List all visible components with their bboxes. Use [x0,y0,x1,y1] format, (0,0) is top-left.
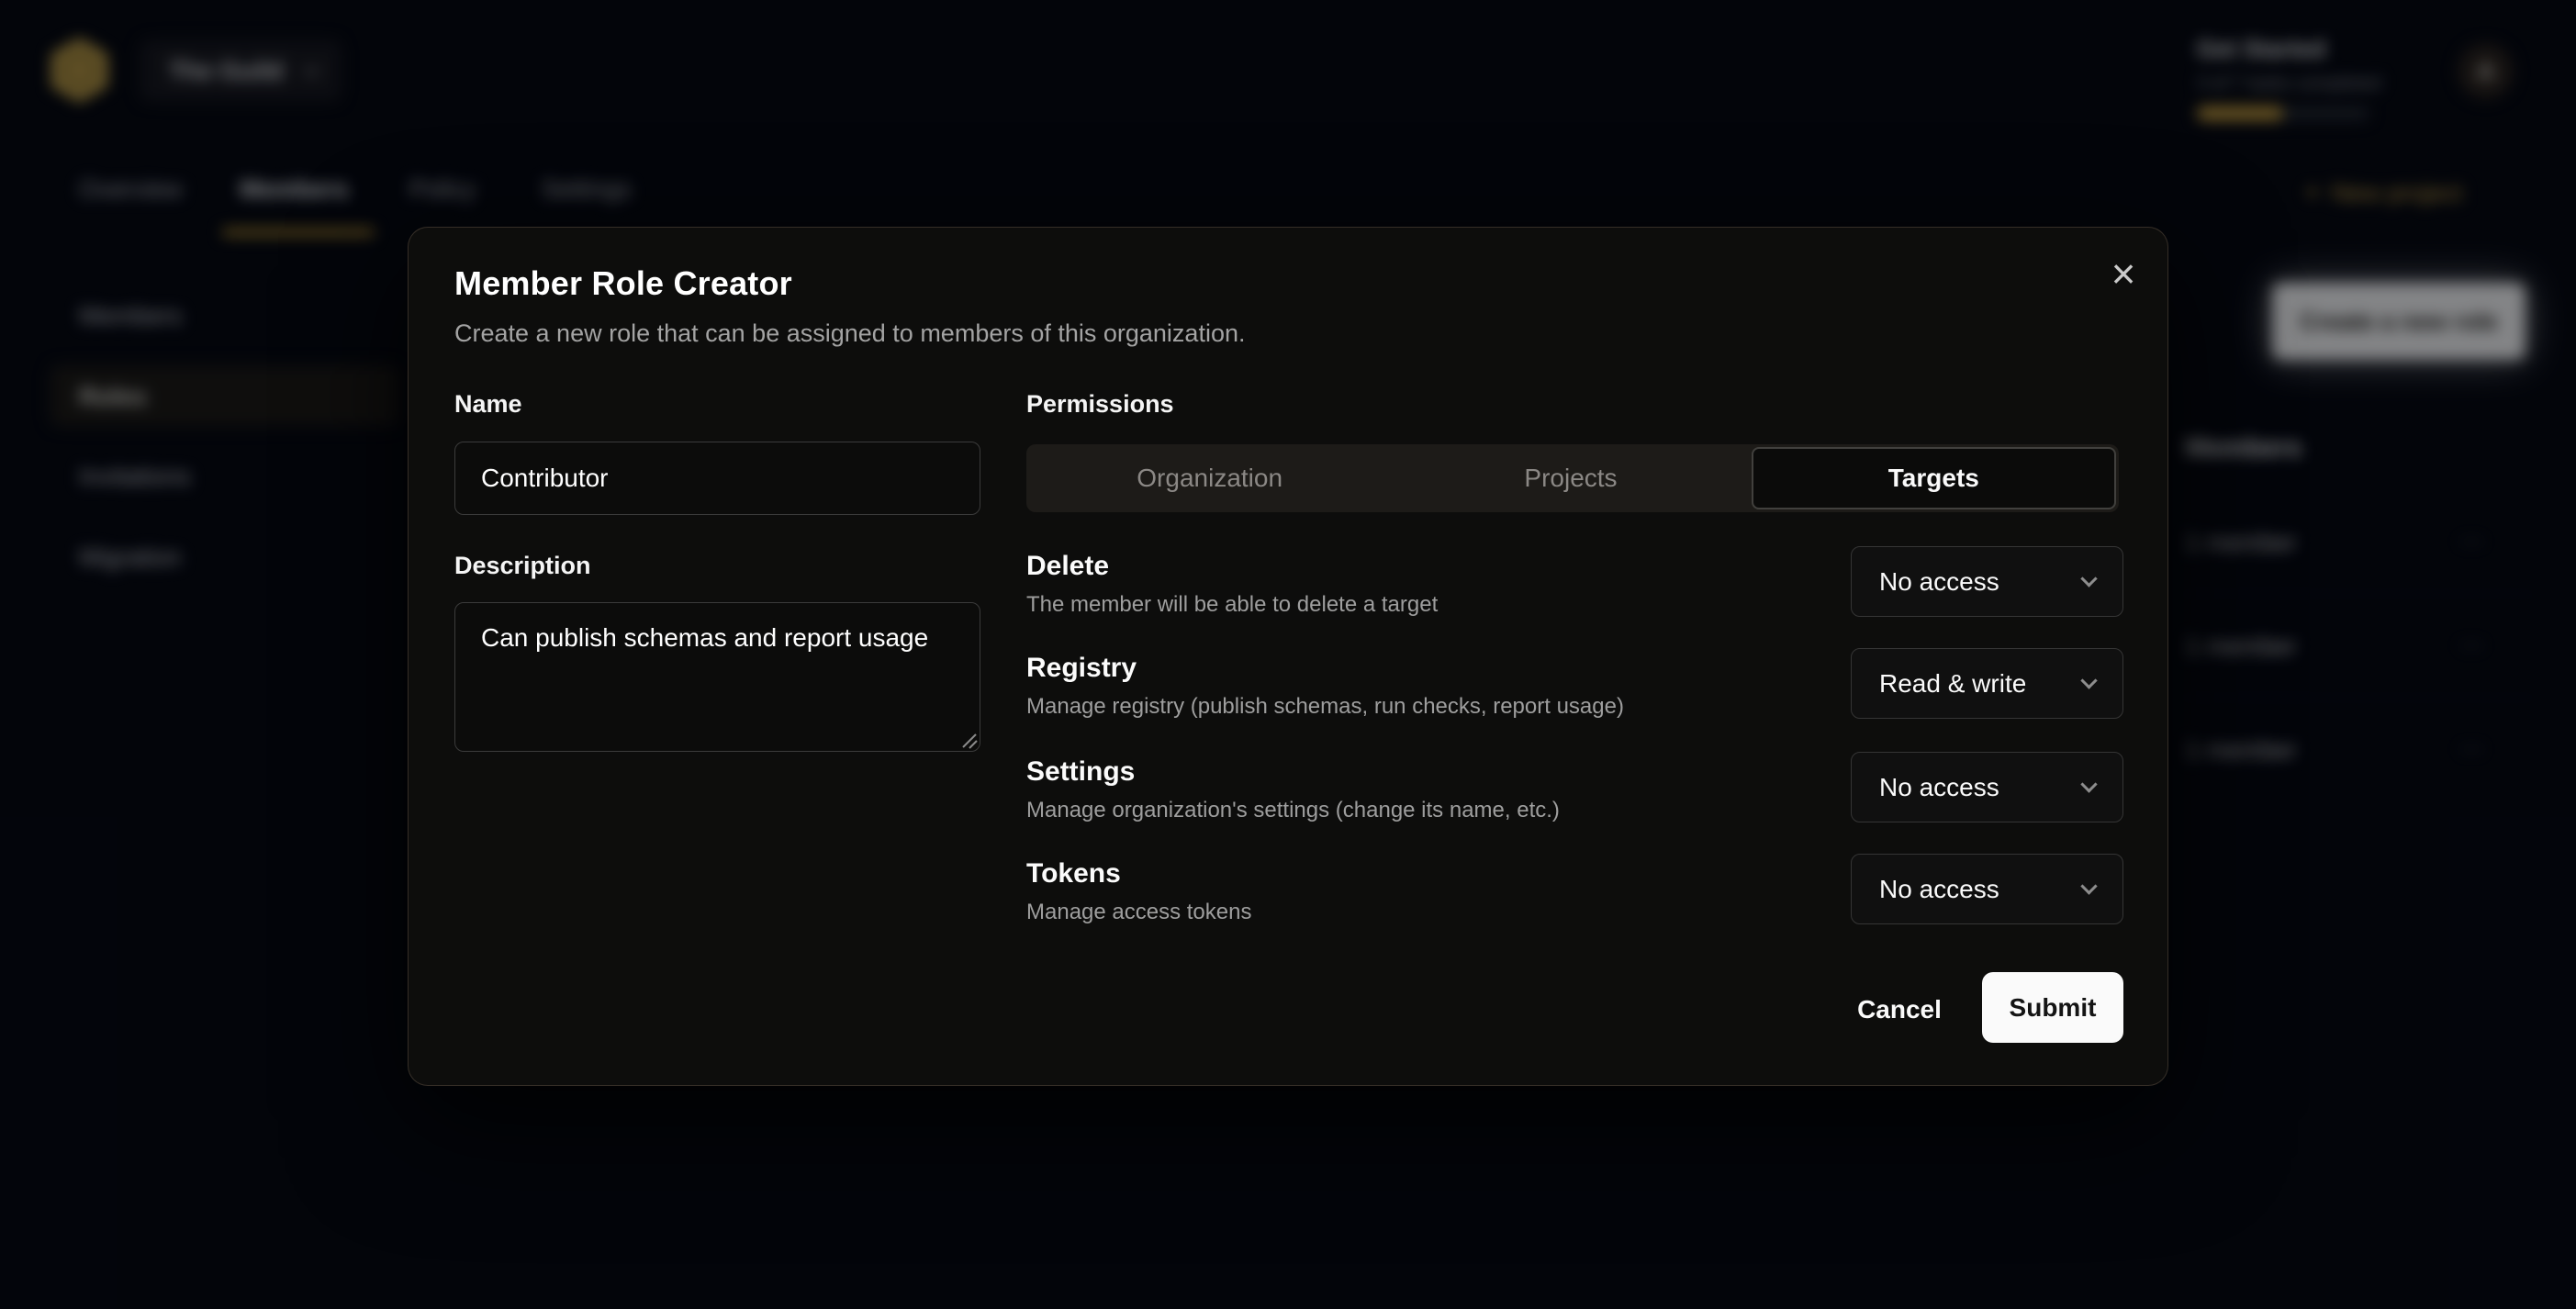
selected-value: No access [1879,773,1999,802]
selected-value: Read & write [1879,669,2026,699]
permission-row-settings: Settings Manage organization's settings … [1026,752,2123,836]
dialog-title: Member Role Creator [454,264,792,303]
description-label: Description [454,552,591,580]
permissions-label: Permissions [1026,390,1174,419]
permission-title: Delete [1026,551,1109,582]
chevron-down-icon [2080,570,2097,587]
name-label: Name [454,390,522,419]
perm-tab-targets[interactable]: Targets [1752,447,2116,509]
permission-description: The member will be able to delete a targ… [1026,592,1438,618]
selected-value: No access [1879,875,1999,904]
cancel-button[interactable]: Cancel [1835,984,1964,1035]
settings-access-select[interactable]: No access [1851,752,2123,822]
perm-tab-projects[interactable]: Projects [1390,447,1751,509]
permission-description: Manage access tokens [1026,900,1251,925]
perm-tab-organization[interactable]: Organization [1029,447,1390,509]
chevron-down-icon [2080,878,2097,894]
dialog-subtitle: Create a new role that can be assigned t… [454,319,1245,348]
registry-access-select[interactable]: Read & write [1851,648,2123,719]
permission-title: Tokens [1026,858,1121,889]
permission-description: Manage organization's settings (change i… [1026,798,1560,823]
chevron-down-icon [2080,776,2097,792]
permission-row-delete: Delete The member will be able to delete… [1026,546,2123,631]
delete-access-select[interactable]: No access [1851,546,2123,617]
member-role-creator-dialog: × Member Role Creator Create a new role … [408,227,2168,1086]
chevron-down-icon [2080,672,2097,688]
tokens-access-select[interactable]: No access [1851,854,2123,924]
permission-row-tokens: Tokens Manage access tokens No access [1026,854,2123,938]
permission-title: Registry [1026,653,1137,684]
permission-row-registry: Registry Manage registry (publish schema… [1026,648,2123,733]
close-icon[interactable]: × [2098,248,2149,299]
app-root: The Guild Get Started 3 of 7 tasks compl… [0,0,2576,1309]
name-input[interactable] [454,442,980,515]
permissions-tabs: Organization Projects Targets [1026,444,2119,512]
description-textarea[interactable]: Can publish schemas and report usage [454,602,980,752]
selected-value: No access [1879,567,1999,597]
permission-title: Settings [1026,756,1135,788]
permission-description: Manage registry (publish schemas, run ch… [1026,694,1624,720]
submit-button[interactable]: Submit [1982,972,2123,1043]
